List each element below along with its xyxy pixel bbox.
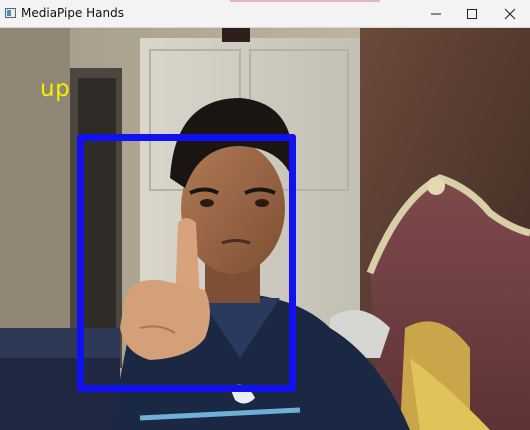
maximize-button[interactable] [454,0,490,28]
gesture-label: up [40,76,71,102]
window-title: MediaPipe Hands [21,6,125,20]
title-bar[interactable]: MediaPipe Hands [0,0,530,28]
app-icon [5,8,16,18]
title-accent [230,0,380,2]
app-window: MediaPipe Hands up [0,0,530,430]
close-button[interactable] [492,0,528,28]
minimize-icon [431,13,441,15]
maximize-icon [467,9,477,19]
hand-bounding-box [77,134,296,392]
minimize-button[interactable] [418,0,454,28]
camera-frame: up [0,28,530,430]
close-icon [504,8,516,20]
